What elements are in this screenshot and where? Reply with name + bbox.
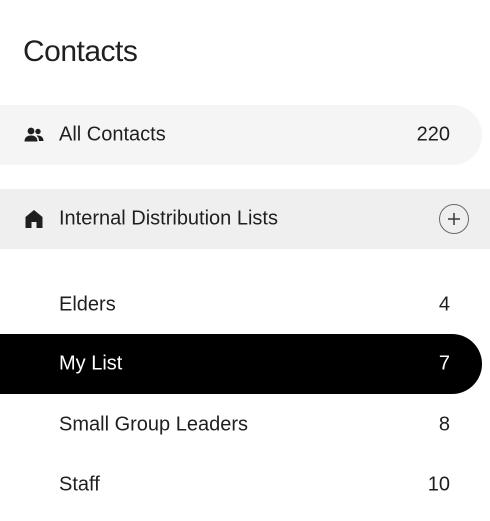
add-list-button[interactable] xyxy=(439,204,469,234)
distribution-lists-header[interactable]: Internal Distribution Lists xyxy=(0,189,490,249)
list-item-my-list[interactable]: My List 7 xyxy=(0,334,482,394)
home-icon xyxy=(24,209,44,229)
list-item-count: 7 xyxy=(438,352,450,375)
list-item-count: 4 xyxy=(438,293,450,316)
page-title: Contacts xyxy=(23,35,138,68)
list-item-count: 8 xyxy=(438,413,450,436)
all-contacts-count: 220 xyxy=(416,123,450,146)
all-contacts-label: All Contacts xyxy=(59,123,166,146)
people-icon xyxy=(24,125,44,145)
list-item-elders[interactable]: Elders 4 xyxy=(0,275,482,335)
all-contacts-item[interactable]: All Contacts 220 xyxy=(0,105,482,165)
list-item-label: Elders xyxy=(59,293,116,316)
contacts-panel: Contacts All Contacts 220 Internal Distr… xyxy=(0,0,490,521)
list-item-label: My List xyxy=(59,352,123,375)
list-item-small-group-leaders[interactable]: Small Group Leaders 8 xyxy=(0,395,482,455)
list-item-staff[interactable]: Staff 10 xyxy=(0,455,482,515)
plus-icon xyxy=(448,213,460,225)
list-item-label: Small Group Leaders xyxy=(59,413,248,436)
list-item-count: 10 xyxy=(427,473,450,496)
list-item-label: Staff xyxy=(59,473,100,496)
distribution-lists-label: Internal Distribution Lists xyxy=(59,207,278,230)
